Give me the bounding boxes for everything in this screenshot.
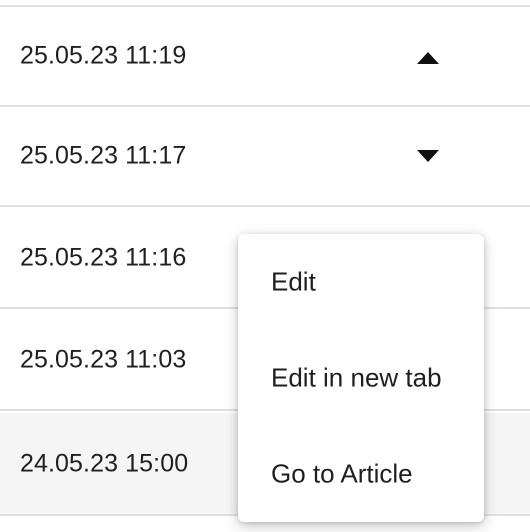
row-date: 25.05.23 11:03 <box>20 345 187 374</box>
caret-up-icon[interactable] <box>416 45 440 69</box>
row-date: 25.05.23 11:17 <box>20 141 187 170</box>
menu-item-label: Edit in new tab <box>271 362 442 393</box>
list-item[interactable]: 25.05.23 11:17 <box>0 107 530 207</box>
row-date: 25.05.23 11:16 <box>20 243 187 272</box>
row-date: 24.05.23 15:00 <box>20 449 189 477</box>
menu-item-edit[interactable]: Edit <box>238 234 484 330</box>
menu-item-label: Go to Article <box>271 458 413 489</box>
menu-item-go-to-article[interactable]: Go to Article <box>238 426 484 522</box>
caret-down-icon[interactable] <box>416 145 440 169</box>
row-date: 25.05.23 11:19 <box>20 41 187 70</box>
context-menu: Edit Edit in new tab Go to Article <box>238 234 484 522</box>
menu-item-label: Edit <box>271 266 316 297</box>
menu-item-edit-in-new-tab[interactable]: Edit in new tab <box>238 330 484 426</box>
list-item[interactable]: 25.05.23 11:19 <box>0 7 530 107</box>
